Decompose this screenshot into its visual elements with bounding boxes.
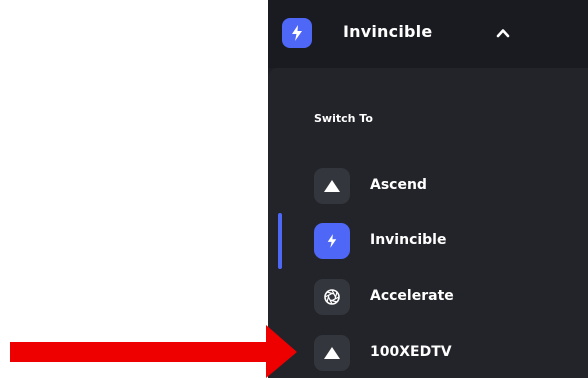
aperture-icon <box>324 289 340 305</box>
app-item-label: Ascend <box>370 177 427 193</box>
app-item-100xedtv[interactable]: 100XEDTV <box>268 329 588 377</box>
app-item-label: 100XEDTV <box>370 344 452 360</box>
app-item-label: Accelerate <box>370 288 454 304</box>
app-item-icon <box>314 335 350 371</box>
mountain-icon <box>324 180 340 192</box>
app-switcher-dropdown: Switch To Ascend Invincible Accelerate 1… <box>268 68 588 378</box>
switch-to-label: Switch To <box>314 112 373 125</box>
app-item-label: Invincible <box>370 232 447 248</box>
app-switcher-header: Invincible <box>268 0 588 68</box>
chevron-up-icon[interactable] <box>494 24 512 42</box>
mountain-icon <box>324 347 340 359</box>
app-item-accelerate[interactable]: Accelerate <box>268 273 588 321</box>
bolt-icon <box>292 25 302 41</box>
current-app-name[interactable]: Invincible <box>343 22 432 41</box>
app-item-ascend[interactable]: Ascend <box>268 162 588 210</box>
app-item-icon <box>314 223 350 259</box>
app-item-icon <box>314 279 350 315</box>
screenshot-stage: Invincible Switch To Ascend Invincible A… <box>0 0 588 378</box>
annotation-arrow <box>10 325 297 378</box>
bolt-icon <box>327 234 337 248</box>
app-item-icon <box>314 168 350 204</box>
app-item-invincible[interactable]: Invincible <box>268 217 588 265</box>
app-panel: Invincible Switch To Ascend Invincible A… <box>268 0 588 378</box>
current-app-icon[interactable] <box>282 18 312 48</box>
